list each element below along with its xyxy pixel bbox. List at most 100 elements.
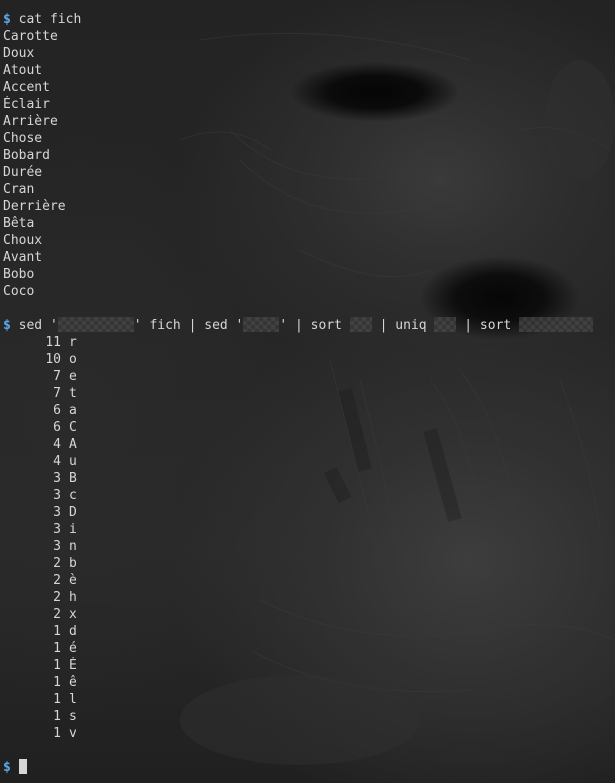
command-part: | uniq bbox=[371, 318, 435, 333]
count-row: 7e bbox=[3, 368, 615, 385]
file-contents: Carotte Doux Atout Accent Éclair Arrière Chose… bbox=[3, 28, 615, 300]
count-row: 3D bbox=[3, 504, 615, 521]
file-line: Durée bbox=[3, 165, 43, 180]
terminal-window[interactable]: $ cat fich Carotte Doux Atout Accent Éclair A… bbox=[0, 0, 615, 783]
redacted-block bbox=[349, 317, 372, 332]
character-value: n bbox=[69, 539, 77, 554]
count-value: 1 bbox=[53, 726, 61, 741]
count-row: 4u bbox=[3, 453, 615, 470]
command-part: ' | sort bbox=[279, 318, 350, 333]
character-value: i bbox=[69, 522, 77, 537]
file-line: Atout bbox=[3, 63, 43, 78]
count-row: 6C bbox=[3, 419, 615, 436]
command-line-1: $ cat fich bbox=[3, 11, 615, 28]
count-row: 3c bbox=[3, 487, 615, 504]
character-value: r bbox=[69, 335, 77, 350]
file-line: Coco bbox=[3, 284, 35, 299]
character-value: l bbox=[69, 692, 77, 707]
character-value: C bbox=[69, 420, 77, 435]
count-value: 2 bbox=[53, 556, 61, 571]
count-value: 1 bbox=[53, 658, 61, 673]
file-line: Arrière bbox=[3, 114, 58, 129]
count-row: 4A bbox=[3, 436, 615, 453]
file-line: Cran bbox=[3, 182, 35, 197]
count-value: 11 bbox=[45, 335, 61, 350]
character-value: A bbox=[69, 437, 77, 452]
count-value: 2 bbox=[53, 573, 61, 588]
character-value: v bbox=[69, 726, 77, 741]
file-line: Doux bbox=[3, 46, 35, 61]
prompt-symbol: $ bbox=[3, 318, 11, 333]
count-value: 3 bbox=[53, 539, 61, 554]
text-cursor bbox=[18, 759, 27, 774]
file-line: Bobard bbox=[3, 148, 50, 163]
count-value: 6 bbox=[53, 420, 61, 435]
character-value: b bbox=[69, 556, 77, 571]
count-row: 11 r bbox=[3, 334, 615, 351]
count-row: 1ê bbox=[3, 674, 615, 691]
count-value: 4 bbox=[53, 437, 61, 452]
character-value: ê bbox=[69, 675, 77, 690]
character-value: e bbox=[69, 369, 77, 384]
file-line: Derrière bbox=[3, 199, 66, 214]
count-row: 3n bbox=[3, 538, 615, 555]
count-value: 1 bbox=[53, 692, 61, 707]
count-row: 3i bbox=[3, 521, 615, 538]
count-value: 1 bbox=[53, 675, 61, 690]
character-value: d bbox=[69, 624, 77, 639]
command-part: sed ' bbox=[18, 318, 58, 333]
count-row: 1É bbox=[3, 657, 615, 674]
redacted-block bbox=[243, 317, 280, 332]
count-row: 1é bbox=[3, 640, 615, 657]
count-value: 6 bbox=[53, 403, 61, 418]
prompt-symbol: $ bbox=[3, 12, 11, 27]
prompt-symbol: $ bbox=[3, 760, 11, 775]
character-value: u bbox=[69, 454, 77, 469]
character-value: h bbox=[69, 590, 77, 605]
character-value: c bbox=[69, 488, 77, 503]
count-row: 1l bbox=[3, 691, 615, 708]
count-value: 3 bbox=[53, 488, 61, 503]
count-row: 2x bbox=[3, 606, 615, 623]
file-line: Avant bbox=[3, 250, 43, 265]
count-value: 3 bbox=[53, 505, 61, 520]
count-row: 1v bbox=[3, 725, 615, 742]
count-value: 10 bbox=[45, 352, 61, 367]
count-row: 6a bbox=[3, 402, 615, 419]
character-value: o bbox=[69, 352, 77, 367]
character-value: è bbox=[69, 573, 77, 588]
command-part: | sort bbox=[456, 318, 520, 333]
count-value: 3 bbox=[53, 471, 61, 486]
command-text: cat fich bbox=[18, 12, 82, 27]
character-value: É bbox=[69, 658, 77, 673]
count-output: 11 r 10 o 7 e 7 t 6 a 6 C 4 A 4 u 3 B 3 c 3 D 3 i 3 n 2 b 2 è 2 h 2 x 1 d 1 é… bbox=[3, 334, 615, 742]
command-line-2: $ sed ' ' fich | sed ' ' | sort | uniq | s… bbox=[3, 317, 615, 334]
character-value: a bbox=[69, 403, 77, 418]
terminal-output: $ cat fich Carotte Doux Atout Accent Éclair A… bbox=[3, 11, 615, 776]
file-line: Éclair bbox=[3, 97, 50, 112]
count-value: 1 bbox=[53, 641, 61, 656]
redacted-block bbox=[519, 317, 594, 332]
count-value: 2 bbox=[53, 607, 61, 622]
character-value: x bbox=[69, 607, 77, 622]
file-line: Bêta bbox=[3, 216, 35, 231]
character-value: t bbox=[69, 386, 77, 401]
count-row: 1s bbox=[3, 708, 615, 725]
redacted-block bbox=[434, 317, 457, 332]
count-value: 1 bbox=[53, 624, 61, 639]
character-value: D bbox=[69, 505, 77, 520]
command-part: ' fich | sed ' bbox=[133, 318, 244, 333]
count-value: 4 bbox=[53, 454, 61, 469]
count-row: 7t bbox=[3, 385, 615, 402]
count-row: 2b bbox=[3, 555, 615, 572]
count-row: 3B bbox=[3, 470, 615, 487]
character-value: é bbox=[69, 641, 77, 656]
count-row: 2h bbox=[3, 589, 615, 606]
count-value: 7 bbox=[53, 386, 61, 401]
count-value: 7 bbox=[53, 369, 61, 384]
command-line-3[interactable]: $ bbox=[3, 759, 615, 776]
file-line: Carotte bbox=[3, 29, 58, 44]
count-row: 2è bbox=[3, 572, 615, 589]
